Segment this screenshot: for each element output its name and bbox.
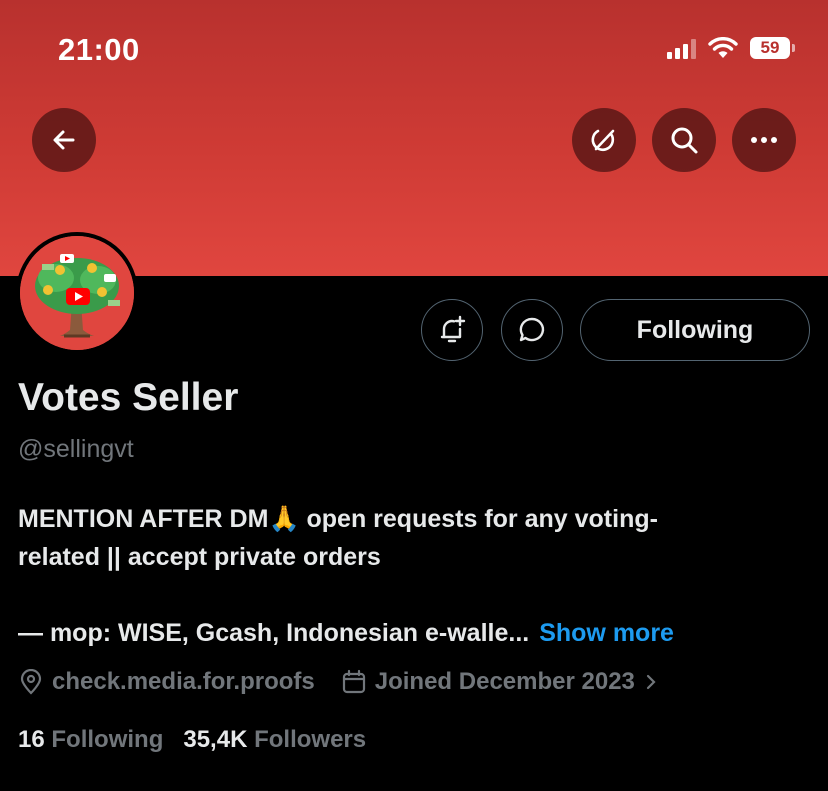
followers-label: Followers (254, 726, 367, 753)
battery-icon: 59 (750, 37, 795, 59)
wifi-icon (708, 37, 738, 58)
battery-level: 59 (760, 38, 780, 57)
display-name: Votes Seller (18, 376, 239, 419)
grok-icon (591, 129, 615, 152)
bio-line-2: related || accept private orders (18, 543, 381, 571)
show-more-link[interactable]: Show more (539, 619, 674, 647)
location-text: check.media.for.proofs (52, 668, 315, 695)
joined-item[interactable]: Joined December 2023 (341, 668, 659, 696)
location-pin-icon (20, 669, 42, 695)
notifications-button[interactable] (421, 299, 483, 361)
chat-bubble-icon (519, 317, 545, 342)
search-icon (671, 127, 698, 154)
following-label: Following (51, 726, 164, 753)
following-count-link[interactable]: 16 Following (18, 726, 163, 754)
more-icon (751, 137, 777, 143)
avatar-image (20, 236, 134, 350)
bell-plus-icon (440, 315, 466, 343)
status-icons: 59 (667, 37, 795, 59)
following-button[interactable]: Following (580, 299, 810, 361)
message-button[interactable] (501, 299, 563, 361)
profile-avatar[interactable] (16, 232, 138, 354)
following-count: 16 (18, 726, 45, 753)
cellular-signal-icon (667, 37, 696, 59)
joined-text: Joined December 2023 (374, 668, 635, 695)
bio-line-3-row: — mop: WISE, Gcash, Indonesian e-walle..… (18, 614, 808, 652)
location-item: check.media.for.proofs (18, 668, 315, 696)
status-time: 21:00 (58, 32, 140, 67)
followers-count: 35,4K (183, 726, 248, 753)
chevron-right-icon (646, 674, 656, 690)
profile-meta: check.media.for.proofs Joined December 2… (18, 668, 659, 696)
bio-line-3: — mop: WISE, Gcash, Indonesian e-walle..… (18, 619, 530, 647)
more-options-button[interactable] (732, 108, 796, 172)
calendar-icon (342, 669, 365, 694)
user-handle: @sellingvt (18, 435, 134, 463)
follow-counts: 16 Following 35,4K Followers (18, 726, 366, 754)
bio-line-1: MENTION AFTER DM🙏 open requests for any … (18, 505, 658, 533)
followers-count-link[interactable]: 35,4K Followers (183, 726, 366, 754)
search-button[interactable] (652, 108, 716, 172)
back-button[interactable] (32, 108, 96, 172)
arrow-left-icon (53, 130, 75, 150)
grok-button[interactable] (572, 108, 636, 172)
profile-bio: MENTION AFTER DM🙏 open requests for any … (18, 500, 808, 652)
